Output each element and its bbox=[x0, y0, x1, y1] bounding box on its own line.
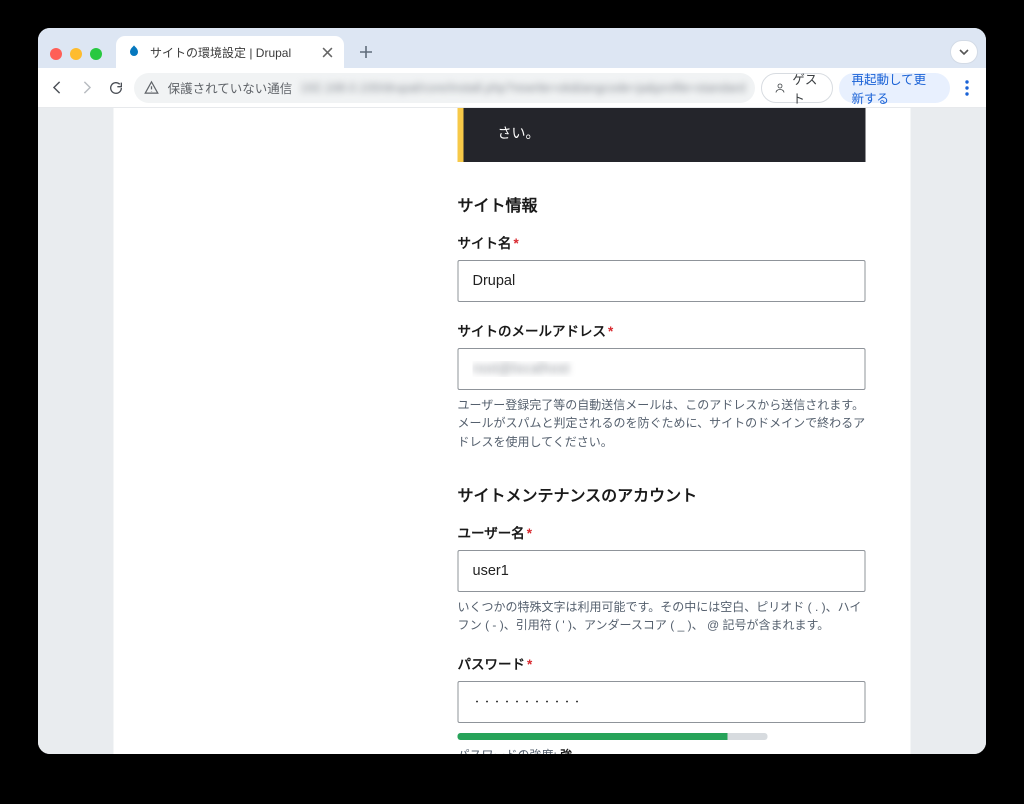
required-marker: * bbox=[527, 657, 532, 672]
password-input[interactable] bbox=[458, 681, 866, 723]
url-text: 192.168.0.100/drupal/core/install.php?re… bbox=[300, 81, 745, 95]
password-strength-bar bbox=[458, 733, 768, 740]
label-username: ユーザー名* bbox=[458, 522, 866, 542]
browser-tab[interactable]: サイトの環境設定 | Drupal bbox=[116, 36, 344, 68]
password-strength-text: パスワードの強度: 強 bbox=[458, 746, 866, 754]
help-site-mail: ユーザー登録完了等の自動送信メールは、このアドレスから送信されます。メールがスパ… bbox=[458, 396, 866, 452]
label-password: パスワード* bbox=[458, 653, 866, 673]
not-secure-icon bbox=[144, 80, 160, 96]
browser-menu-button[interactable] bbox=[956, 73, 978, 103]
label-site-mail: サイトのメールアドレス* bbox=[458, 320, 866, 340]
zoom-window-button[interactable] bbox=[90, 48, 102, 60]
required-marker: * bbox=[514, 236, 519, 251]
field-password: パスワード* パスワードの強度: 強 bbox=[458, 653, 866, 754]
section-maintenance-account: サイトメンテナンスのアカウント bbox=[458, 482, 866, 506]
page-viewport: さい。 サイト情報 サイト名* サイトのメールアドレス* bbox=[38, 108, 986, 754]
section-site-info: サイト情報 bbox=[458, 192, 866, 216]
password-strength-fill bbox=[458, 733, 728, 740]
tab-overflow-button[interactable] bbox=[950, 40, 978, 64]
person-icon bbox=[774, 80, 786, 96]
minimize-window-button[interactable] bbox=[70, 48, 82, 60]
page-content: さい。 サイト情報 サイト名* サイトのメールアドレス* bbox=[114, 108, 911, 754]
drupal-favicon-icon bbox=[126, 44, 142, 60]
field-username: ユーザー名* いくつかの特殊文字は利用可能です。その中には空白、ピリオド ( .… bbox=[458, 522, 866, 635]
close-window-button[interactable] bbox=[50, 48, 62, 60]
tab-close-icon[interactable] bbox=[320, 45, 334, 59]
window-controls bbox=[46, 48, 108, 68]
browser-toolbar: 保護されていない通信 192.168.0.100/drupal/core/ins… bbox=[38, 68, 986, 108]
required-marker: * bbox=[608, 324, 613, 339]
label-site-name: サイト名* bbox=[458, 232, 866, 252]
site-name-input[interactable] bbox=[458, 260, 866, 302]
field-site-name: サイト名* bbox=[458, 232, 866, 302]
site-mail-input[interactable] bbox=[458, 348, 866, 390]
relaunch-update-button[interactable]: 再起動して更新する bbox=[839, 73, 950, 103]
warning-alert: さい。 bbox=[458, 108, 866, 162]
new-tab-button[interactable] bbox=[352, 38, 380, 66]
browser-window: サイトの環境設定 | Drupal bbox=[38, 28, 986, 754]
alert-text: さい。 bbox=[498, 125, 540, 141]
guest-label: ゲスト bbox=[792, 69, 820, 107]
help-username: いくつかの特殊文字は利用可能です。その中には空白、ピリオド ( . )、ハイフン… bbox=[458, 598, 866, 635]
username-input[interactable] bbox=[458, 550, 866, 592]
back-button[interactable] bbox=[46, 73, 69, 103]
tab-title: サイトの環境設定 | Drupal bbox=[150, 44, 312, 61]
tab-strip: サイトの環境設定 | Drupal bbox=[38, 28, 986, 68]
security-label: 保護されていない通信 bbox=[168, 78, 293, 97]
field-site-mail: サイトのメールアドレス* ユーザー登録完了等の自動送信メールは、このアドレスから… bbox=[458, 320, 866, 452]
required-marker: * bbox=[527, 526, 532, 541]
guest-profile-button[interactable]: ゲスト bbox=[761, 73, 833, 103]
update-label: 再起動して更新する bbox=[851, 69, 938, 107]
reload-button[interactable] bbox=[104, 73, 127, 103]
address-bar[interactable]: 保護されていない通信 192.168.0.100/drupal/core/ins… bbox=[134, 73, 756, 103]
forward-button[interactable] bbox=[75, 73, 98, 103]
